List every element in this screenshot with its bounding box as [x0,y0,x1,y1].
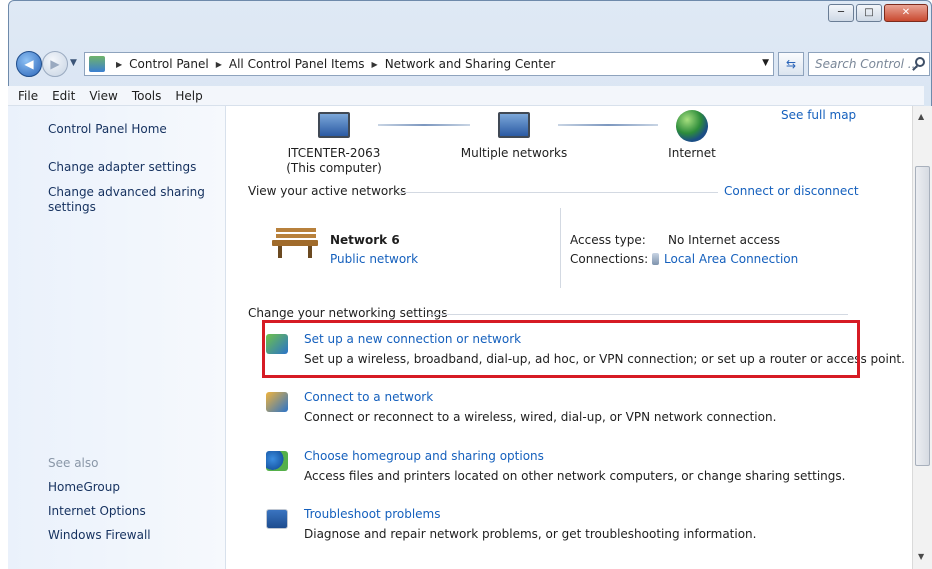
address-toolbar: ◀ ▶ ▼ ▶ Control Panel ▶ All Control Pane… [8,50,930,78]
task-link[interactable]: Connect to a network [304,390,433,404]
internet-globe-icon [676,110,708,142]
network-name: Network 6 [330,233,400,247]
menu-tools[interactable]: Tools [132,89,162,103]
multiple-networks-label: Multiple networks [460,146,568,160]
menu-bar: File Edit View Tools Help [8,86,924,106]
sidebar-link-adapter-settings[interactable]: Change adapter settings [48,160,196,175]
local-area-connection-link[interactable]: Local Area Connection [664,252,798,266]
computer-subtitle: (This computer) [286,161,382,175]
task-link[interactable]: Troubleshoot problems [304,507,440,521]
refresh-button[interactable]: ⇆ [778,52,804,76]
scroll-up-icon[interactable]: ▲ [918,112,924,121]
refresh-icon: ⇆ [785,57,797,71]
forward-button[interactable]: ▶ [42,51,68,77]
scroll-thumb[interactable] [915,166,930,466]
breadcrumb-item-network-center[interactable]: Network and Sharing Center [385,57,556,71]
connect-or-disconnect-link[interactable]: Connect or disconnect [724,184,859,198]
network-link-line [378,124,470,126]
settings-heading: Change your networking settings [248,306,448,320]
breadcrumb-item-control-panel[interactable]: Control Panel [129,57,209,71]
chevron-right-icon: ▶ [116,59,123,69]
vertical-scrollbar[interactable]: ▲ ▼ [912,106,932,569]
control-panel-icon [89,56,105,72]
sidebar: Control Panel Home Change adapter settin… [8,106,226,569]
sidebar-link-homegroup[interactable]: HomeGroup [48,480,120,495]
access-type-value: No Internet access [668,233,781,247]
sidebar-link-windows-firewall[interactable]: Windows Firewall [48,528,151,543]
task-description: Access files and printers located on oth… [304,469,846,483]
menu-help[interactable]: Help [175,89,202,103]
task-link[interactable]: Choose homegroup and sharing options [304,449,544,463]
close-button[interactable]: ✕ [884,4,928,22]
access-type-label: Access type: [570,233,646,247]
breadcrumb: ▶ Control Panel ▶ All Control Panel Item… [109,57,555,71]
minimize-icon: ─ [837,7,845,18]
divider [428,314,848,315]
breadcrumb-item-all-items[interactable]: All Control Panel Items [229,57,365,71]
forward-arrow-icon: ▶ [50,57,60,71]
caption-buttons: ─ □ ✕ [826,4,928,22]
sidebar-link-advanced-sharing[interactable]: Change advanced sharing settings [48,185,208,215]
internet-label: Internet [668,146,716,160]
address-dropdown-icon[interactable]: ▼ [762,58,769,68]
scroll-down-icon[interactable]: ▼ [918,552,924,561]
maximize-button[interactable]: □ [856,4,882,22]
back-arrow-icon: ◀ [24,57,34,71]
connections-value[interactable]: Local Area Connection [652,252,798,266]
computer-icon [318,112,350,138]
divider [398,192,718,193]
search-box[interactable]: Search Control ... [808,52,930,76]
menu-edit[interactable]: Edit [52,89,75,103]
close-icon: ✕ [901,7,911,18]
main-content: See full map ITCENTER-2063 (This compute… [226,106,912,569]
network-plug-icon [652,253,659,265]
divider-vertical [560,208,561,288]
computer-label: ITCENTER-2063 (This computer) [274,146,394,176]
sidebar-link-control-panel-home[interactable]: Control Panel Home [48,122,167,137]
recent-pages-dropdown[interactable]: ▼ [70,58,77,68]
troubleshoot-icon [266,509,288,529]
homegroup-icon [266,451,288,471]
network-type-link[interactable]: Public network [330,252,418,266]
task-description: Connect or reconnect to a wireless, wire… [304,410,777,424]
computer-name: ITCENTER-2063 [287,146,381,160]
search-input[interactable]: Search Control ... [815,57,919,71]
maximize-icon: □ [864,7,874,18]
network-link-line [558,124,658,126]
public-network-bench-icon [272,228,320,258]
active-networks-heading: View your active networks [248,184,407,198]
address-box[interactable]: ▶ Control Panel ▶ All Control Panel Item… [84,52,774,76]
sidebar-link-internet-options[interactable]: Internet Options [48,504,146,519]
chevron-right-icon: ▶ [215,59,222,69]
menu-file[interactable]: File [18,89,38,103]
multiple-networks-icon [498,112,530,138]
connections-label: Connections: [570,252,649,266]
chevron-right-icon: ▶ [371,59,378,69]
see-also-label: See also [48,456,99,470]
minimize-button[interactable]: ─ [828,4,854,22]
task-description: Diagnose and repair network problems, or… [304,527,757,541]
back-button[interactable]: ◀ [16,51,42,77]
menu-view[interactable]: View [89,89,117,103]
connect-network-icon [266,392,288,412]
see-full-map-link[interactable]: See full map [781,108,856,122]
highlight-box [262,320,860,378]
search-icon[interactable] [915,57,925,67]
